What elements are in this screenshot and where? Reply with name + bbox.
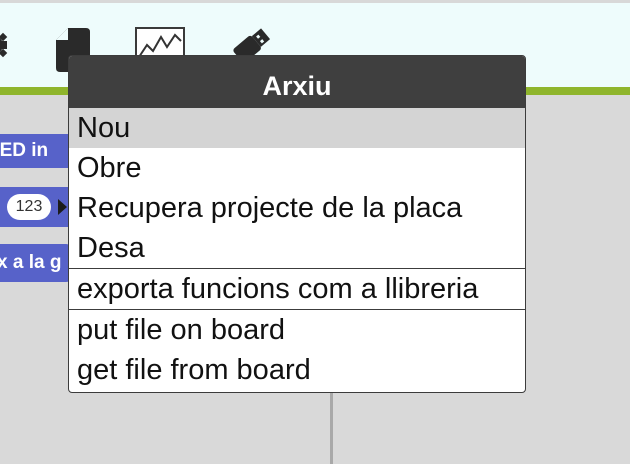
menu-item-export-library[interactable]: exporta funcions com a llibreria	[69, 269, 525, 309]
menu-item-save[interactable]: Desa	[69, 228, 525, 268]
file-menu: Arxiu Nou Obre Recupera projecte de la p…	[68, 55, 526, 393]
dropdown-arrow-icon[interactable]	[58, 199, 67, 215]
menu-item-new[interactable]: Nou	[69, 108, 525, 148]
led-block-label: LED in	[0, 140, 49, 161]
gear-icon[interactable]	[0, 25, 10, 65]
menu-item-open[interactable]: Obre	[69, 148, 525, 188]
number-block[interactable]: 123	[0, 187, 75, 227]
menu-item-put-file[interactable]: put file on board	[69, 310, 525, 350]
menu-item-get-file[interactable]: get file from board	[69, 350, 525, 390]
xa-block[interactable]: x a la g	[0, 244, 72, 282]
menu-title: Arxiu	[69, 56, 525, 108]
number-input[interactable]: 123	[7, 194, 51, 220]
xa-block-label: x a la g	[0, 252, 62, 273]
menu-item-recover-from-board[interactable]: Recupera projecte de la placa	[69, 188, 525, 228]
